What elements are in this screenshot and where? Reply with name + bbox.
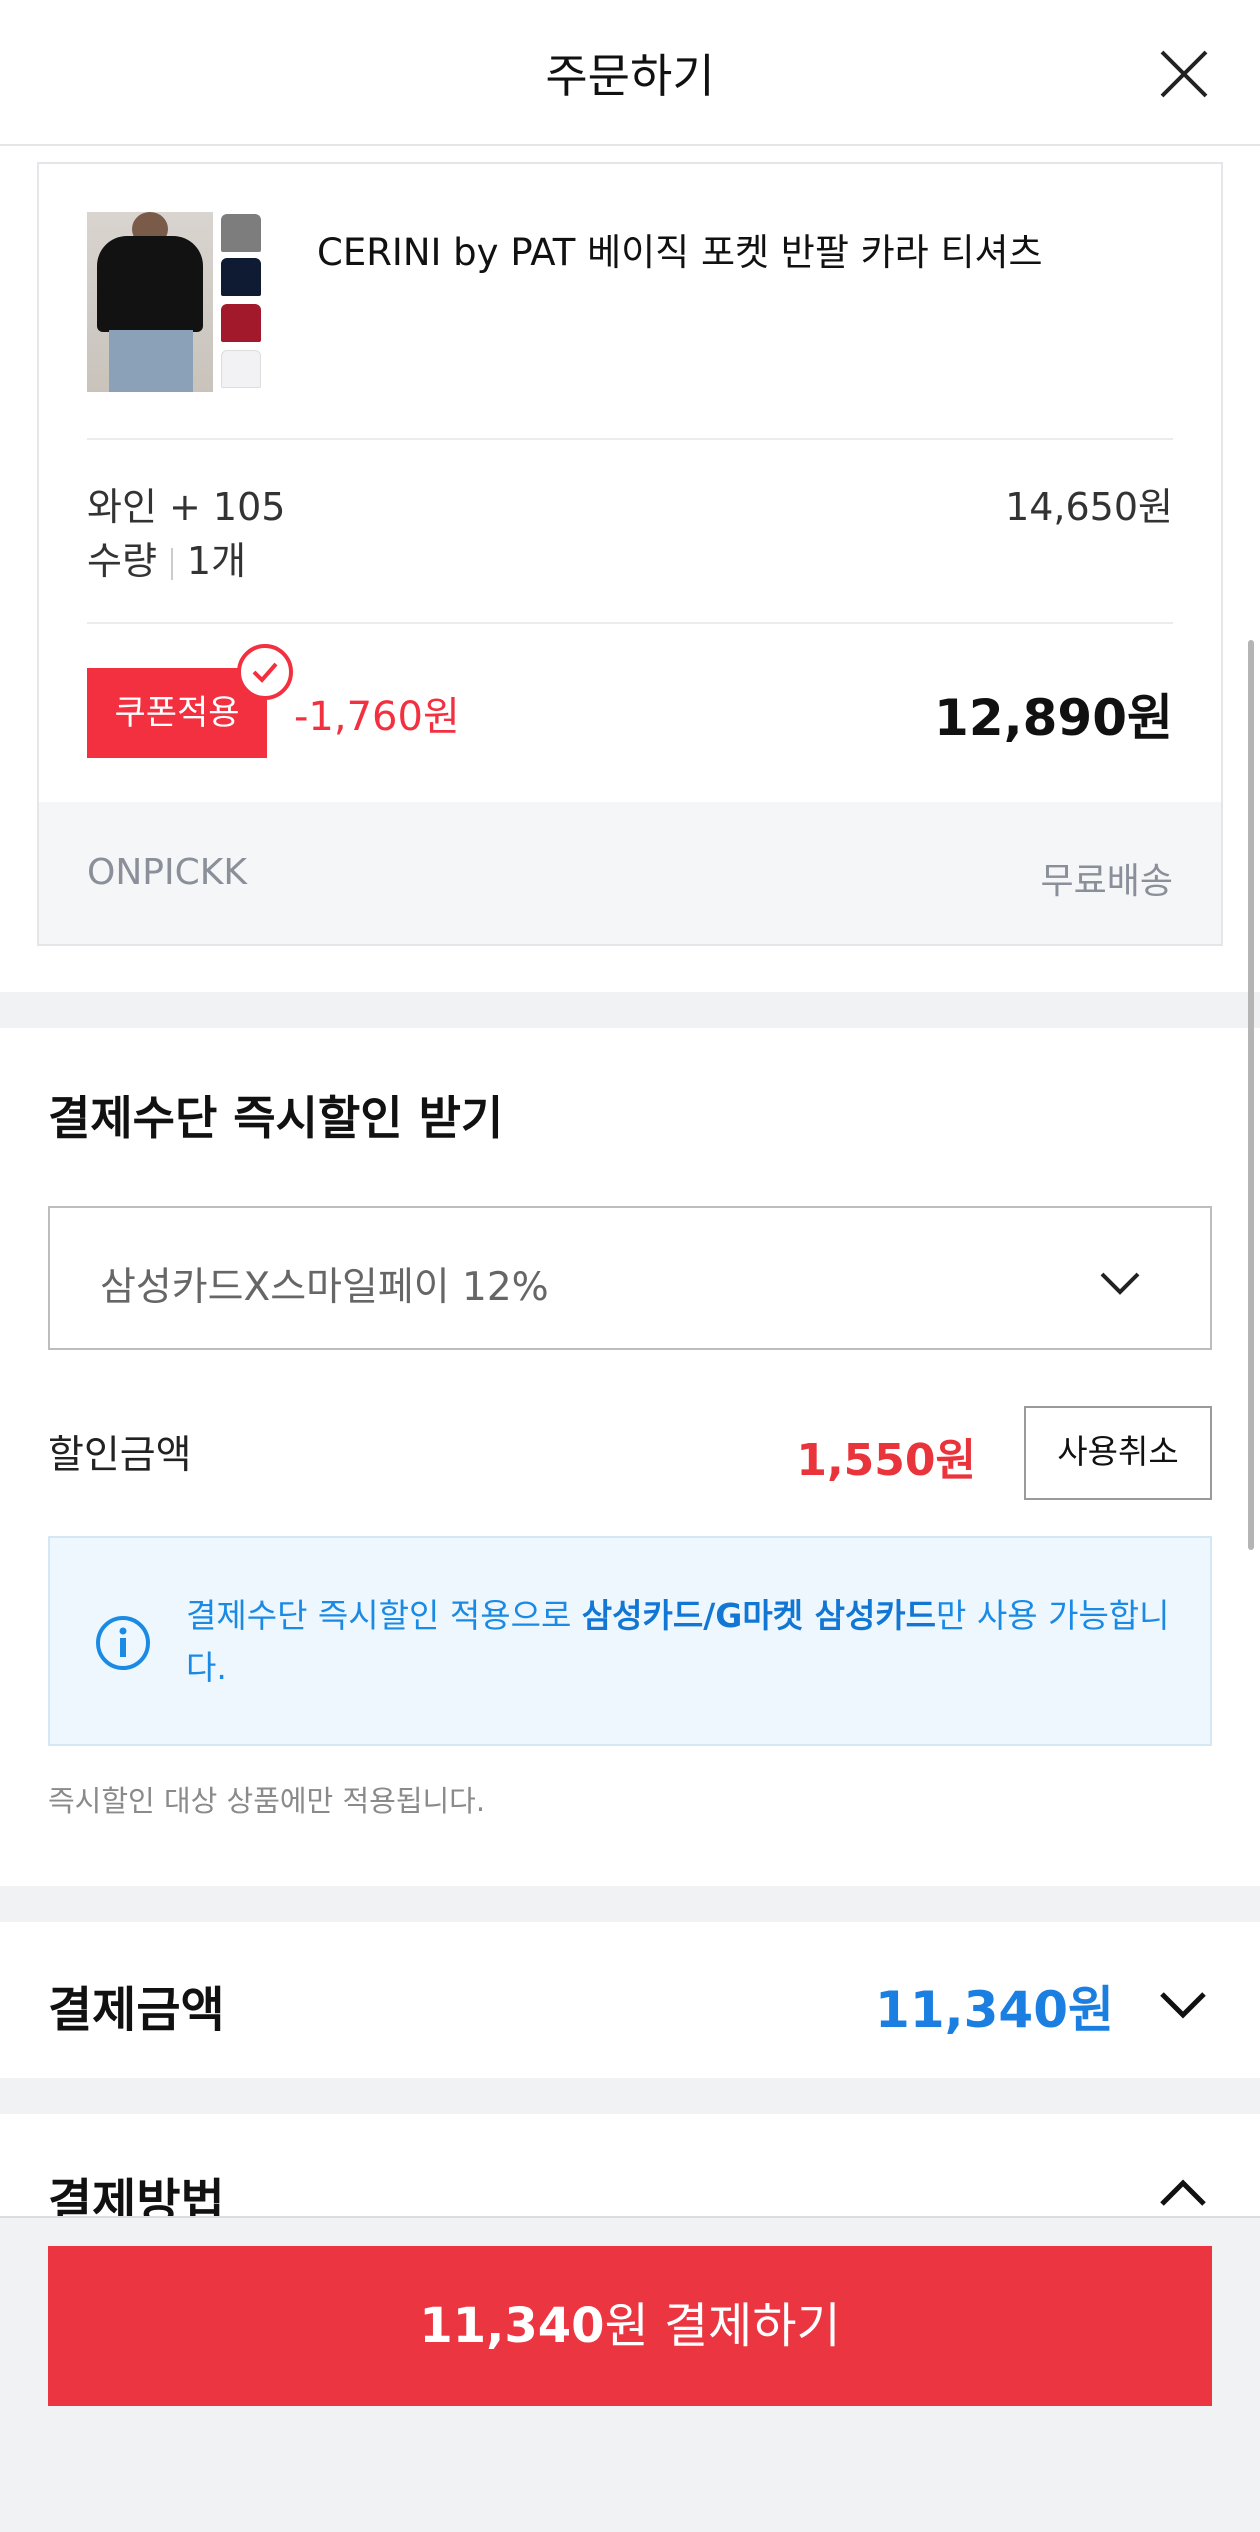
chevron-down-icon[interactable]: [1154, 1974, 1212, 2032]
seller-name: ONPICKK: [87, 852, 247, 893]
info-message: 결제수단 즉시할인 적용으로 삼성카드/G마켓 삼성카드만 사용 가능합니다.: [186, 1590, 1176, 1694]
discount-amount-label: 할인금액: [48, 1433, 192, 1478]
info-notice: 결제수단 즉시할인 적용으로 삼성카드/G마켓 삼성카드만 사용 가능합니다.: [48, 1536, 1212, 1746]
divider: [170, 547, 173, 580]
info-card-names: 삼성카드/G마켓 삼성카드: [581, 1596, 937, 1635]
divider: [87, 622, 1173, 624]
info-icon: [96, 1616, 150, 1670]
shipping-fee: 무료배송: [1040, 861, 1173, 902]
quantity-label: 수량: [87, 539, 157, 583]
option-price: 14,650원: [1005, 485, 1173, 529]
color-swatch: [221, 258, 261, 296]
chevron-down-icon: [1100, 1272, 1140, 1295]
color-swatch: [221, 304, 261, 342]
coupon-discount: -1,760원: [294, 694, 460, 740]
pay-button-label: 원 결제하기: [604, 2298, 841, 2354]
product-card: CERINI by PAT 베이직 포켓 반팔 카라 티셔츠 와인 + 105 …: [37, 162, 1223, 946]
header: 주문하기: [0, 0, 1260, 146]
info-text: 결제수단 즉시할인 적용으로: [186, 1596, 582, 1635]
payment-amount-title: 결제금액: [48, 1982, 225, 2038]
bottom-action-bar: 11,340원 결제하기: [0, 2216, 1260, 2532]
pay-button[interactable]: 11,340원 결제하기: [48, 2246, 1212, 2406]
color-swatch: [221, 350, 261, 388]
section-divider: [0, 2078, 1260, 2114]
seller-bar: ONPICKK 무료배송: [39, 802, 1221, 944]
quantity-value: 1개: [186, 539, 247, 583]
divider: [87, 438, 1173, 440]
color-swatch: [221, 214, 261, 252]
product-thumbnail[interactable]: [87, 212, 269, 392]
chevron-up-icon[interactable]: [1154, 2164, 1212, 2222]
instant-discount-title: 결제수단 즉시할인 받기: [48, 1091, 504, 1145]
section-divider: [0, 992, 1260, 1028]
card-discount-select[interactable]: 삼성카드X스마일페이 12%: [48, 1206, 1212, 1350]
payment-amount-value: 11,340원: [875, 1981, 1114, 2039]
page-title: 주문하기: [545, 49, 715, 103]
selected-card-option: 삼성카드X스마일페이 12%: [100, 1265, 549, 1310]
section-divider: [0, 1886, 1260, 1922]
product-option: 와인 + 105: [87, 485, 286, 529]
check-icon: [237, 644, 293, 700]
scrollbar[interactable]: [1248, 640, 1254, 1550]
product-name: CERINI by PAT 베이직 포켓 반팔 카라 티셔츠: [317, 231, 1043, 274]
pay-button-amount: 11,340: [419, 2298, 605, 2354]
cancel-discount-button[interactable]: 사용취소: [1024, 1406, 1212, 1500]
product-quantity: 수량 1개: [87, 530, 246, 585]
discount-note: 즉시할인 대상 상품에만 적용됩니다.: [48, 1784, 486, 1818]
close-button[interactable]: [1148, 38, 1220, 110]
close-icon: [1160, 50, 1208, 98]
product-final-price: 12,890원: [934, 689, 1173, 747]
product-image: [87, 212, 213, 392]
discount-amount: 1,550원: [796, 1435, 976, 1486]
